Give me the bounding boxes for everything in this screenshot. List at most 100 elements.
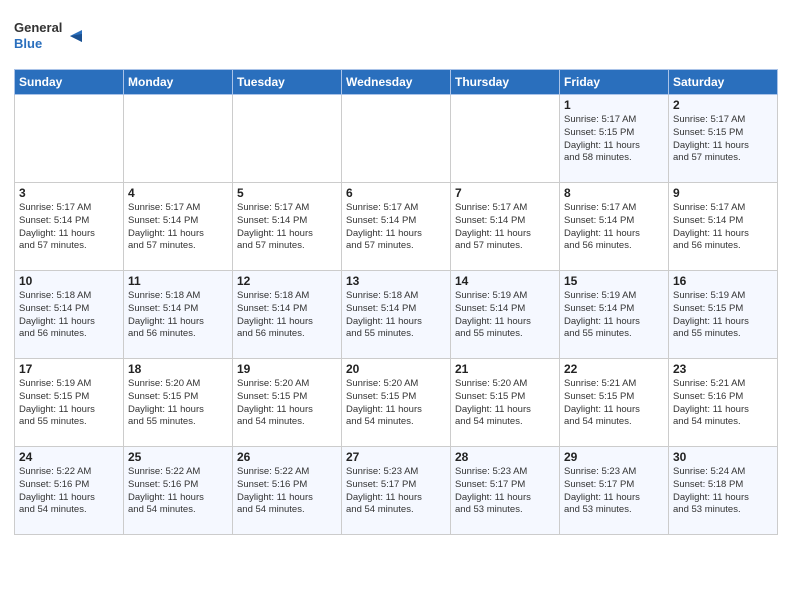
calendar-cell: 29Sunrise: 5:23 AM Sunset: 5:17 PM Dayli… bbox=[560, 447, 669, 535]
day-number: 11 bbox=[128, 274, 228, 288]
day-info: Sunrise: 5:19 AM Sunset: 5:14 PM Dayligh… bbox=[564, 290, 664, 341]
day-info: Sunrise: 5:17 AM Sunset: 5:14 PM Dayligh… bbox=[19, 202, 119, 253]
day-number: 7 bbox=[455, 186, 555, 200]
calendar-cell bbox=[124, 95, 233, 183]
calendar-table: SundayMondayTuesdayWednesdayThursdayFrid… bbox=[14, 69, 778, 535]
day-info: Sunrise: 5:19 AM Sunset: 5:14 PM Dayligh… bbox=[455, 290, 555, 341]
day-info: Sunrise: 5:22 AM Sunset: 5:16 PM Dayligh… bbox=[19, 466, 119, 517]
calendar-cell: 19Sunrise: 5:20 AM Sunset: 5:15 PM Dayli… bbox=[233, 359, 342, 447]
calendar-cell: 24 Sunrise: 5:22 AM Sunset: 5:16 PM Dayli… bbox=[15, 447, 124, 535]
day-number: 6 bbox=[346, 186, 446, 200]
day-info: Sunrise: 5:23 AM Sunset: 5:17 PM Dayligh… bbox=[455, 466, 555, 517]
day-number: 15 bbox=[564, 274, 664, 288]
day-info: Sunrise: 5:20 AM Sunset: 5:15 PM Dayligh… bbox=[346, 378, 446, 429]
day-info: Sunrise: 5:20 AM Sunset: 5:15 PM Dayligh… bbox=[455, 378, 555, 429]
day-info: Sunrise: 5:17 AM Sunset: 5:15 PM Dayligh… bbox=[564, 114, 664, 165]
calendar-cell: 9 Sunrise: 5:17 AM Sunset: 5:14 PM Daylig… bbox=[669, 183, 778, 271]
weekday-header-tuesday: Tuesday bbox=[233, 70, 342, 95]
calendar-cell: 12 Sunrise: 5:18 AM Sunset: 5:14 PM Dayli… bbox=[233, 271, 342, 359]
calendar-cell: 26Sunrise: 5:22 AM Sunset: 5:16 PM Dayli… bbox=[233, 447, 342, 535]
day-number: 5 bbox=[237, 186, 337, 200]
calendar-cell: 25 Sunrise: 5:22 AM Sunset: 5:16 PM Dayli… bbox=[124, 447, 233, 535]
day-info: Sunrise: 5:18 AM Sunset: 5:14 PM Dayligh… bbox=[346, 290, 446, 341]
calendar-cell: 28 Sunrise: 5:23 AM Sunset: 5:17 PM Dayli… bbox=[451, 447, 560, 535]
header: General Blue bbox=[14, 10, 778, 63]
calendar-cell bbox=[451, 95, 560, 183]
day-info: Sunrise: 5:17 AM Sunset: 5:14 PM Dayligh… bbox=[346, 202, 446, 253]
calendar-cell: 14 Sunrise: 5:19 AM Sunset: 5:14 PM Dayli… bbox=[451, 271, 560, 359]
day-info: Sunrise: 5:18 AM Sunset: 5:14 PM Dayligh… bbox=[128, 290, 228, 341]
calendar-cell: 16 Sunrise: 5:19 AM Sunset: 5:15 PM Dayli… bbox=[669, 271, 778, 359]
day-number: 16 bbox=[673, 274, 773, 288]
day-info: Sunrise: 5:23 AM Sunset: 5:17 PM Dayligh… bbox=[564, 466, 664, 517]
day-info: Sunrise: 5:22 AM Sunset: 5:16 PM Dayligh… bbox=[128, 466, 228, 517]
calendar-week-row: 10 Sunrise: 5:18 AM Sunset: 5:14 PM Dayli… bbox=[15, 271, 778, 359]
calendar-cell: 4Sunrise: 5:17 AM Sunset: 5:14 PM Daylig… bbox=[124, 183, 233, 271]
calendar-week-row: 24 Sunrise: 5:22 AM Sunset: 5:16 PM Dayli… bbox=[15, 447, 778, 535]
day-info: Sunrise: 5:19 AM Sunset: 5:15 PM Dayligh… bbox=[19, 378, 119, 429]
day-info: Sunrise: 5:17 AM Sunset: 5:14 PM Dayligh… bbox=[673, 202, 773, 253]
page: General Blue SundayMondayTuesdayWednesda… bbox=[0, 0, 792, 545]
day-number: 10 bbox=[19, 274, 119, 288]
svg-text:Blue: Blue bbox=[14, 36, 42, 51]
calendar-cell: 21 Sunrise: 5:20 AM Sunset: 5:15 PM Dayli… bbox=[451, 359, 560, 447]
calendar-cell: 8Sunrise: 5:17 AM Sunset: 5:14 PM Daylig… bbox=[560, 183, 669, 271]
calendar-cell: 6 Sunrise: 5:17 AM Sunset: 5:14 PM Daylig… bbox=[342, 183, 451, 271]
day-number: 22 bbox=[564, 362, 664, 376]
day-number: 20 bbox=[346, 362, 446, 376]
calendar-cell: 17 Sunrise: 5:19 AM Sunset: 5:15 PM Dayli… bbox=[15, 359, 124, 447]
day-number: 14 bbox=[455, 274, 555, 288]
day-info: Sunrise: 5:17 AM Sunset: 5:14 PM Dayligh… bbox=[237, 202, 337, 253]
day-number: 12 bbox=[237, 274, 337, 288]
calendar-cell: 5 Sunrise: 5:17 AM Sunset: 5:14 PM Daylig… bbox=[233, 183, 342, 271]
logo-text: General Blue bbox=[14, 14, 94, 63]
calendar-cell: 15 Sunrise: 5:19 AM Sunset: 5:14 PM Dayli… bbox=[560, 271, 669, 359]
calendar-cell: 20 Sunrise: 5:20 AM Sunset: 5:15 PM Dayli… bbox=[342, 359, 451, 447]
calendar-cell: 18 Sunrise: 5:20 AM Sunset: 5:15 PM Dayli… bbox=[124, 359, 233, 447]
day-info: Sunrise: 5:20 AM Sunset: 5:15 PM Dayligh… bbox=[128, 378, 228, 429]
day-info: Sunrise: 5:21 AM Sunset: 5:15 PM Dayligh… bbox=[564, 378, 664, 429]
calendar-cell: 27 Sunrise: 5:23 AM Sunset: 5:17 PM Dayli… bbox=[342, 447, 451, 535]
day-info: Sunrise: 5:17 AM Sunset: 5:14 PM Dayligh… bbox=[564, 202, 664, 253]
day-info: Sunrise: 5:21 AM Sunset: 5:16 PM Dayligh… bbox=[673, 378, 773, 429]
day-info: Sunrise: 5:17 AM Sunset: 5:14 PM Dayligh… bbox=[455, 202, 555, 253]
calendar-week-row: 17 Sunrise: 5:19 AM Sunset: 5:15 PM Dayli… bbox=[15, 359, 778, 447]
day-number: 17 bbox=[19, 362, 119, 376]
calendar-cell: 7 Sunrise: 5:17 AM Sunset: 5:14 PM Daylig… bbox=[451, 183, 560, 271]
calendar-cell: 22 Sunrise: 5:21 AM Sunset: 5:15 PM Dayli… bbox=[560, 359, 669, 447]
calendar-week-row: 1 Sunrise: 5:17 AM Sunset: 5:15 PM Daylig… bbox=[15, 95, 778, 183]
logo: General Blue bbox=[14, 14, 94, 63]
calendar-header-row: SundayMondayTuesdayWednesdayThursdayFrid… bbox=[15, 70, 778, 95]
day-info: Sunrise: 5:24 AM Sunset: 5:18 PM Dayligh… bbox=[673, 466, 773, 517]
svg-text:General: General bbox=[14, 20, 62, 35]
weekday-header-saturday: Saturday bbox=[669, 70, 778, 95]
day-number: 27 bbox=[346, 450, 446, 464]
day-number: 28 bbox=[455, 450, 555, 464]
day-number: 24 bbox=[19, 450, 119, 464]
calendar-cell: 10 Sunrise: 5:18 AM Sunset: 5:14 PM Dayli… bbox=[15, 271, 124, 359]
day-info: Sunrise: 5:18 AM Sunset: 5:14 PM Dayligh… bbox=[237, 290, 337, 341]
day-info: Sunrise: 5:17 AM Sunset: 5:15 PM Dayligh… bbox=[673, 114, 773, 165]
day-number: 9 bbox=[673, 186, 773, 200]
calendar-cell: 30Sunrise: 5:24 AM Sunset: 5:18 PM Dayli… bbox=[669, 447, 778, 535]
weekday-header-sunday: Sunday bbox=[15, 70, 124, 95]
day-number: 2 bbox=[673, 98, 773, 112]
day-number: 23 bbox=[673, 362, 773, 376]
calendar-week-row: 3 Sunrise: 5:17 AM Sunset: 5:14 PM Daylig… bbox=[15, 183, 778, 271]
day-info: Sunrise: 5:23 AM Sunset: 5:17 PM Dayligh… bbox=[346, 466, 446, 517]
calendar-cell: 1 Sunrise: 5:17 AM Sunset: 5:15 PM Daylig… bbox=[560, 95, 669, 183]
day-info: Sunrise: 5:19 AM Sunset: 5:15 PM Dayligh… bbox=[673, 290, 773, 341]
day-number: 25 bbox=[128, 450, 228, 464]
day-info: Sunrise: 5:22 AM Sunset: 5:16 PM Dayligh… bbox=[237, 466, 337, 517]
day-number: 19 bbox=[237, 362, 337, 376]
calendar-cell: 11 Sunrise: 5:18 AM Sunset: 5:14 PM Dayli… bbox=[124, 271, 233, 359]
day-number: 1 bbox=[564, 98, 664, 112]
day-number: 18 bbox=[128, 362, 228, 376]
day-number: 13 bbox=[346, 274, 446, 288]
day-info: Sunrise: 5:18 AM Sunset: 5:14 PM Dayligh… bbox=[19, 290, 119, 341]
day-number: 21 bbox=[455, 362, 555, 376]
weekday-header-friday: Friday bbox=[560, 70, 669, 95]
day-number: 3 bbox=[19, 186, 119, 200]
day-number: 4 bbox=[128, 186, 228, 200]
calendar-cell: 23 Sunrise: 5:21 AM Sunset: 5:16 PM Dayli… bbox=[669, 359, 778, 447]
